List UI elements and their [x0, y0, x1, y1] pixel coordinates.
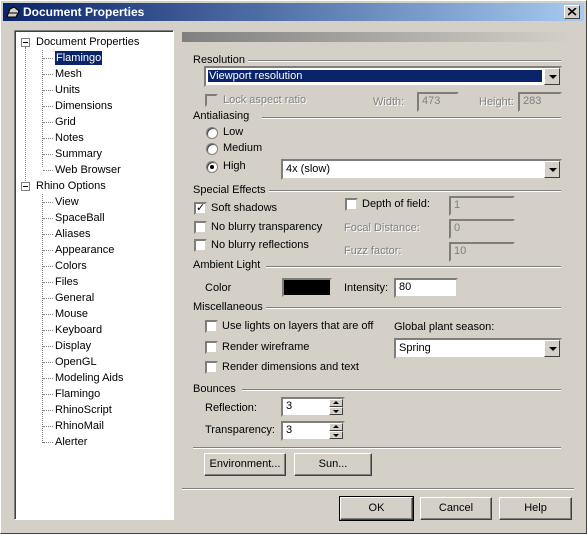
tree-item-rhino-rhinoscript[interactable]: RhinoScript — [55, 403, 112, 417]
intensity-label: Intensity: — [344, 282, 389, 294]
transparency-stepper[interactable]: 3 — [281, 421, 345, 441]
ok-button[interactable]: OK — [339, 496, 414, 521]
antialias-medium-label: Medium — [223, 142, 263, 154]
tree-item-rhino-spaceball[interactable]: SpaceBall — [55, 211, 105, 225]
antialias-low-label: Low — [223, 126, 244, 138]
header-banner — [182, 32, 572, 42]
spin-down-icon[interactable] — [329, 431, 343, 439]
no-blurry-transparency-label: No blurry transparency — [211, 221, 323, 233]
close-icon — [568, 8, 577, 16]
depth-of-field-checkbox[interactable] — [345, 198, 358, 211]
tree-item-rhino-files[interactable]: Files — [55, 275, 78, 289]
fuzz-factor-label: Fuzz factor: — [344, 245, 402, 257]
chevron-down-icon[interactable] — [544, 340, 560, 357]
close-button[interactable] — [564, 5, 580, 19]
miscellaneous-title: Miscellaneous — [193, 301, 263, 313]
tree-item-doc-dimensions[interactable]: Dimensions — [55, 99, 112, 113]
environment-button[interactable]: Environment... — [204, 453, 286, 476]
width-field[interactable]: 473 — [417, 92, 459, 112]
tree-item-rhino-view[interactable]: View — [55, 195, 79, 209]
tree-item-rhino-general[interactable]: General — [55, 291, 94, 305]
antialiasing-title: Antialiasing — [193, 110, 250, 122]
options-tree[interactable]: Document Properties Flamingo Mesh Units Dim… — [14, 30, 174, 520]
tree-item-rhino-opengl[interactable]: OpenGL — [55, 355, 97, 369]
cancel-button[interactable]: Cancel — [420, 497, 492, 520]
transparency-label: Transparency: — [205, 424, 275, 436]
ambient-color-swatch[interactable] — [282, 278, 332, 297]
bounces-title: Bounces — [193, 383, 236, 395]
ambient-light-title: Ambient Light — [193, 259, 261, 271]
render-dimensions-label: Render dimensions and text — [222, 361, 359, 373]
antialias-level-select[interactable]: 4x (slow) — [281, 159, 562, 180]
focal-distance-field[interactable]: 0 — [449, 219, 515, 239]
tree-item-doc-web-browser[interactable]: Web Browser — [55, 163, 121, 177]
lock-aspect-checkbox[interactable] — [205, 94, 218, 107]
render-wireframe-label: Render wireframe — [222, 341, 310, 353]
tree-item-rhino-rhinomail[interactable]: RhinoMail — [55, 419, 104, 433]
reflection-label: Reflection: — [205, 402, 257, 414]
rhino-app-icon — [6, 6, 20, 18]
help-button[interactable]: Help — [499, 497, 572, 520]
no-blurry-reflections-checkbox[interactable] — [194, 239, 207, 252]
chevron-down-icon[interactable] — [544, 68, 560, 85]
fuzz-factor-field[interactable]: 10 — [449, 242, 515, 262]
focal-distance-label: Focal Distance: — [344, 222, 420, 234]
use-lights-label: Use lights on layers that are off — [222, 320, 374, 332]
plant-season-label: Global plant season: — [394, 321, 495, 333]
height-field[interactable]: 283 — [518, 92, 562, 112]
soft-shadows-label: Soft shadows — [211, 202, 278, 214]
sun-button[interactable]: Sun... — [294, 453, 372, 476]
resolution-select[interactable]: Viewport resolution — [204, 66, 562, 87]
tree-item-rhino-colors[interactable]: Colors — [55, 259, 87, 273]
depth-of-field-label: Depth of field: — [362, 198, 430, 210]
title-bar: Document Properties — [3, 3, 584, 21]
tree-item-rhino-alerter[interactable]: Alerter — [55, 435, 87, 449]
no-blurry-transparency-checkbox[interactable] — [194, 221, 207, 234]
chevron-down-icon[interactable] — [544, 161, 560, 178]
tree-item-doc-notes[interactable]: Notes — [55, 131, 84, 145]
spin-down-icon[interactable] — [329, 407, 343, 415]
width-label: Width: — [373, 96, 405, 108]
intensity-field[interactable]: 80 — [394, 278, 458, 298]
antialias-high-label: High — [223, 160, 246, 172]
tree-item-rhino-keyboard[interactable]: Keyboard — [55, 323, 102, 337]
tree-item-doc-flamingo[interactable]: Flamingo — [53, 50, 104, 66]
tree-item-doc-units[interactable]: Units — [55, 83, 80, 97]
ambient-color-label: Color — [205, 282, 232, 294]
tree-item-rhino-options[interactable]: Rhino Options — [36, 179, 106, 193]
tree-item-rhino-mouse[interactable]: Mouse — [55, 307, 88, 321]
spin-up-icon[interactable] — [329, 423, 343, 431]
antialias-medium-radio[interactable] — [206, 143, 218, 155]
plant-season-select[interactable]: Spring — [394, 338, 562, 359]
reflection-stepper[interactable]: 3 — [281, 397, 345, 417]
tree-item-rhino-appearance[interactable]: Appearance — [55, 243, 114, 257]
tree-item-rhino-aliases[interactable]: Aliases — [55, 227, 90, 241]
resolution-title: Resolution — [193, 54, 245, 66]
antialias-high-radio[interactable] — [206, 161, 218, 173]
tree-item-rhino-display[interactable]: Display — [55, 339, 91, 353]
spin-up-icon[interactable] — [329, 399, 343, 407]
tree-item-doc-mesh[interactable]: Mesh — [55, 67, 82, 81]
use-lights-checkbox[interactable] — [205, 320, 218, 333]
no-blurry-reflections-label: No blurry reflections — [211, 239, 309, 251]
tree-item-doc-summary[interactable]: Summary — [55, 147, 102, 161]
soft-shadows-checkbox[interactable] — [194, 201, 207, 215]
tree-item-doc-grid[interactable]: Grid — [55, 115, 76, 129]
bottom-divider — [182, 488, 574, 490]
height-label: Height: — [479, 96, 514, 108]
collapse-rhino-options-icon[interactable] — [21, 182, 30, 191]
render-wireframe-checkbox[interactable] — [205, 341, 218, 354]
antialias-low-radio[interactable] — [206, 127, 218, 139]
tree-item-rhino-flamingo[interactable]: Flamingo — [55, 387, 100, 401]
window-title: Document Properties — [23, 5, 145, 19]
collapse-document-properties-icon[interactable] — [21, 38, 30, 47]
special-effects-title: Special Effects — [193, 184, 266, 196]
tree-item-rhino-modeling-aids[interactable]: Modeling Aids — [55, 371, 124, 385]
depth-of-field-field[interactable]: 1 — [449, 196, 515, 216]
lock-aspect-label: Lock aspect ratio — [223, 94, 307, 106]
tree-item-document-properties[interactable]: Document Properties — [36, 35, 139, 49]
render-dimensions-checkbox[interactable] — [205, 361, 218, 374]
